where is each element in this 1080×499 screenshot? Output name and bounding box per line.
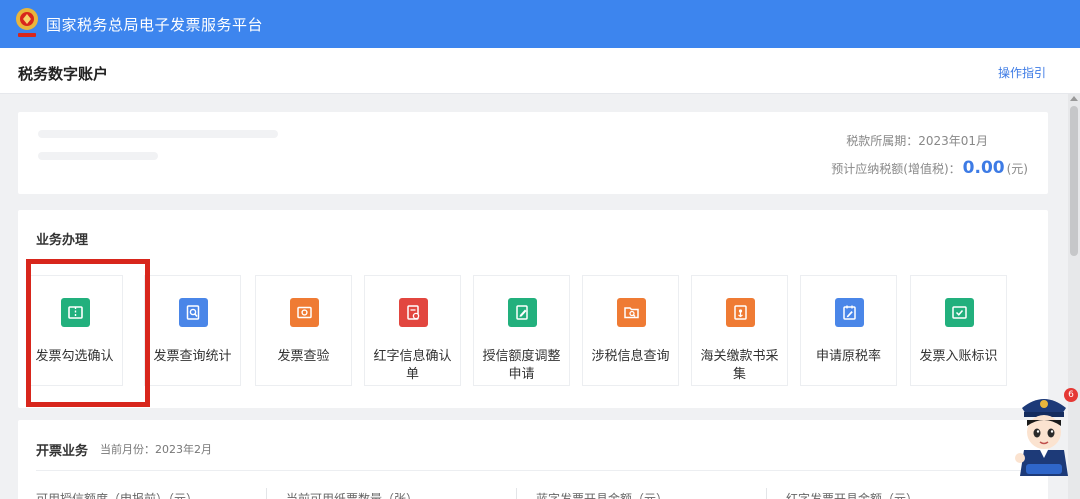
tax-info-icon	[617, 298, 646, 327]
guide-link[interactable]: 操作指引	[998, 64, 1046, 81]
tile-label: 红字信息确认单	[373, 349, 452, 382]
tax-amount-label: 预计应纳税额(增值税)：	[831, 162, 961, 176]
section-title-business: 业务办理	[36, 233, 89, 248]
invoice-search-icon	[179, 298, 208, 327]
current-month: 当前月份：2023年2月	[100, 443, 212, 456]
stat-credit-limit: 可用授信额度（申报前）（元）	[36, 492, 199, 499]
scroll-up-icon[interactable]	[1070, 96, 1078, 101]
highlight-box	[26, 259, 150, 407]
tile-credit-adjust[interactable]: 授信额度调整申请	[473, 275, 570, 386]
issuing-card: 开票业务 当前月份：2023年2月 可用授信额度（申报前）（元） 当前可用纸票数…	[18, 420, 1048, 499]
stat-paper-count: 当前可用纸票数量（张）	[286, 492, 419, 499]
tile-label: 发票查验	[277, 349, 330, 364]
app-title: 国家税务总局电子发票服务平台	[46, 16, 264, 34]
divider	[266, 488, 267, 499]
stat-blue-amount: 蓝字发票开具金额（元）	[536, 492, 669, 499]
credit-adjust-icon	[508, 298, 537, 327]
divider	[766, 488, 767, 499]
tile-invoice-booking[interactable]: 发票入账标识	[910, 275, 1007, 386]
notification-badge: 6	[1064, 388, 1078, 402]
invoice-verify-icon	[290, 298, 319, 327]
assistant-mascot-icon[interactable]	[1012, 388, 1076, 478]
tile-customs-collect[interactable]: 海关缴款书采集	[691, 275, 788, 386]
tile-invoice-verify[interactable]: 发票查验	[255, 275, 352, 386]
stat-red-amount: 红字发票开具金额（元）	[786, 492, 919, 499]
tile-label: 涉税信息查询	[591, 349, 670, 364]
tax-amount: 预计应纳税额(增值税)： 0.00 (元)	[831, 158, 1028, 178]
tile-tax-info[interactable]: 涉税信息查询	[582, 275, 679, 386]
tax-rate-icon	[835, 298, 864, 327]
divider	[516, 488, 517, 499]
tile-label: 发票入账标识	[919, 349, 998, 364]
tile-red-letter[interactable]: 红字信息确认单	[364, 275, 461, 386]
tile-tax-rate[interactable]: 申请原税率	[800, 275, 897, 386]
divider	[36, 470, 1030, 471]
tax-amount-value: 0.00	[962, 158, 1005, 178]
customs-collect-icon	[726, 298, 755, 327]
tile-label: 申请原税率	[815, 349, 881, 364]
tile-label: 海关缴款书采集	[700, 349, 779, 382]
blurred-info	[38, 130, 278, 138]
tax-period: 税款所属期：2023年01月	[846, 134, 988, 148]
page-title: 税务数字账户	[18, 65, 109, 83]
business-card: 业务办理 发票勾选确认 发票查询统计 发票查验 红字信息确认单 授信额度调整申请	[18, 210, 1048, 408]
top-bar: 国家税务总局电子发票服务平台	[0, 0, 1080, 48]
tile-label: 授信额度调整申请	[482, 349, 561, 382]
tile-label: 发票查询统计	[153, 349, 232, 364]
red-letter-icon	[399, 298, 428, 327]
page-header: 税务数字账户 操作指引	[0, 48, 1080, 94]
tile-invoice-search[interactable]: 发票查询统计	[144, 275, 241, 386]
blurred-info	[38, 152, 158, 160]
tax-emblem-icon	[16, 8, 38, 37]
invoice-booking-icon	[945, 298, 974, 327]
tax-amount-unit: (元)	[1006, 162, 1028, 176]
account-summary-card: 税款所属期：2023年01月 预计应纳税额(增值税)： 0.00 (元)	[18, 112, 1048, 194]
section-title-issuing: 开票业务	[36, 444, 89, 459]
scroll-thumb[interactable]	[1070, 106, 1078, 256]
